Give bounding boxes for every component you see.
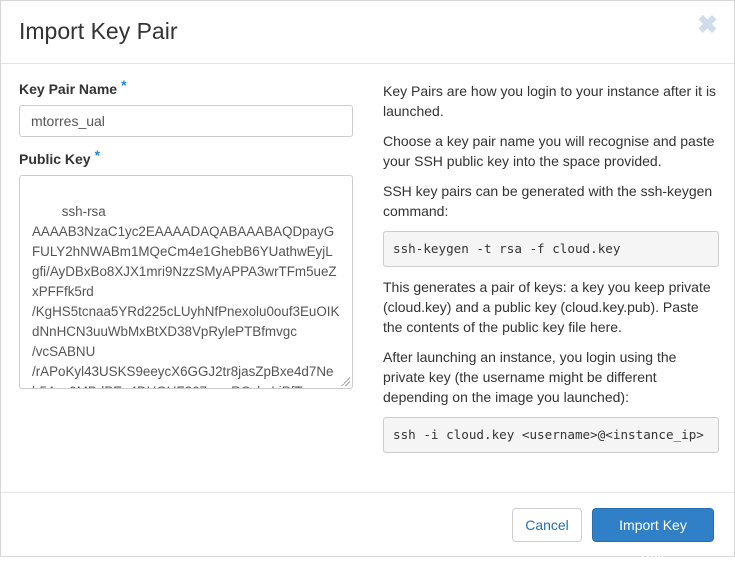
close-icon[interactable]: ✖ [697,13,718,38]
dialog-title: Import Key Pair [19,18,178,44]
dialog-body: Key Pair Name * mtorres_ual Public Key * s… [1,64,734,494]
import-key-pair-button[interactable]: Import Key Pair [592,508,714,565]
key-pair-name-label: Key Pair Name * [19,77,353,97]
help-intro: Key Pairs are how you login to your inst… [383,83,717,119]
keygen-command: ssh-keygen -t rsa -f cloud.key [383,231,719,267]
public-key-value: ssh-rsa AAAAB3NzaC1yc2EAAAADAQABAAABAQDp… [32,204,340,388]
public-key-label-text: Public Key [19,151,91,167]
help-login: After launching an instance, you login u… [383,349,677,405]
dialog-footer: Cancel Import Key Pair [1,492,734,565]
help-generates: This generates a pair of keys: a key you… [383,279,711,335]
dialog-header: Import Key Pair ✖ [1,1,734,64]
key-pair-name-label-text: Key Pair Name [19,81,118,97]
form-column: Key Pair Name * mtorres_ual Public Key * s… [19,77,353,389]
cancel-button[interactable]: Cancel [512,508,582,542]
public-key-textarea[interactable]: ssh-rsa AAAAB3NzaC1yc2EAAAADAQABAAABAQDp… [19,175,353,389]
required-marker: * [94,147,101,163]
key-pair-name-input[interactable]: mtorres_ual [19,105,353,137]
resize-grip-icon[interactable] [341,377,350,386]
required-marker: * [121,77,127,93]
help-column: Key Pairs are how you login to your inst… [383,81,719,463]
public-key-label: Public Key * [19,147,353,167]
import-key-pair-dialog: Import Key Pair ✖ Key Pair Name * mtorres… [0,0,735,565]
ssh-command: ssh -i cloud.key <username>@<instance_ip… [383,417,719,453]
help-keygen: SSH key pairs can be generated with the … [383,183,713,219]
help-choose-name: Choose a key pair name you will recognis… [383,133,715,169]
